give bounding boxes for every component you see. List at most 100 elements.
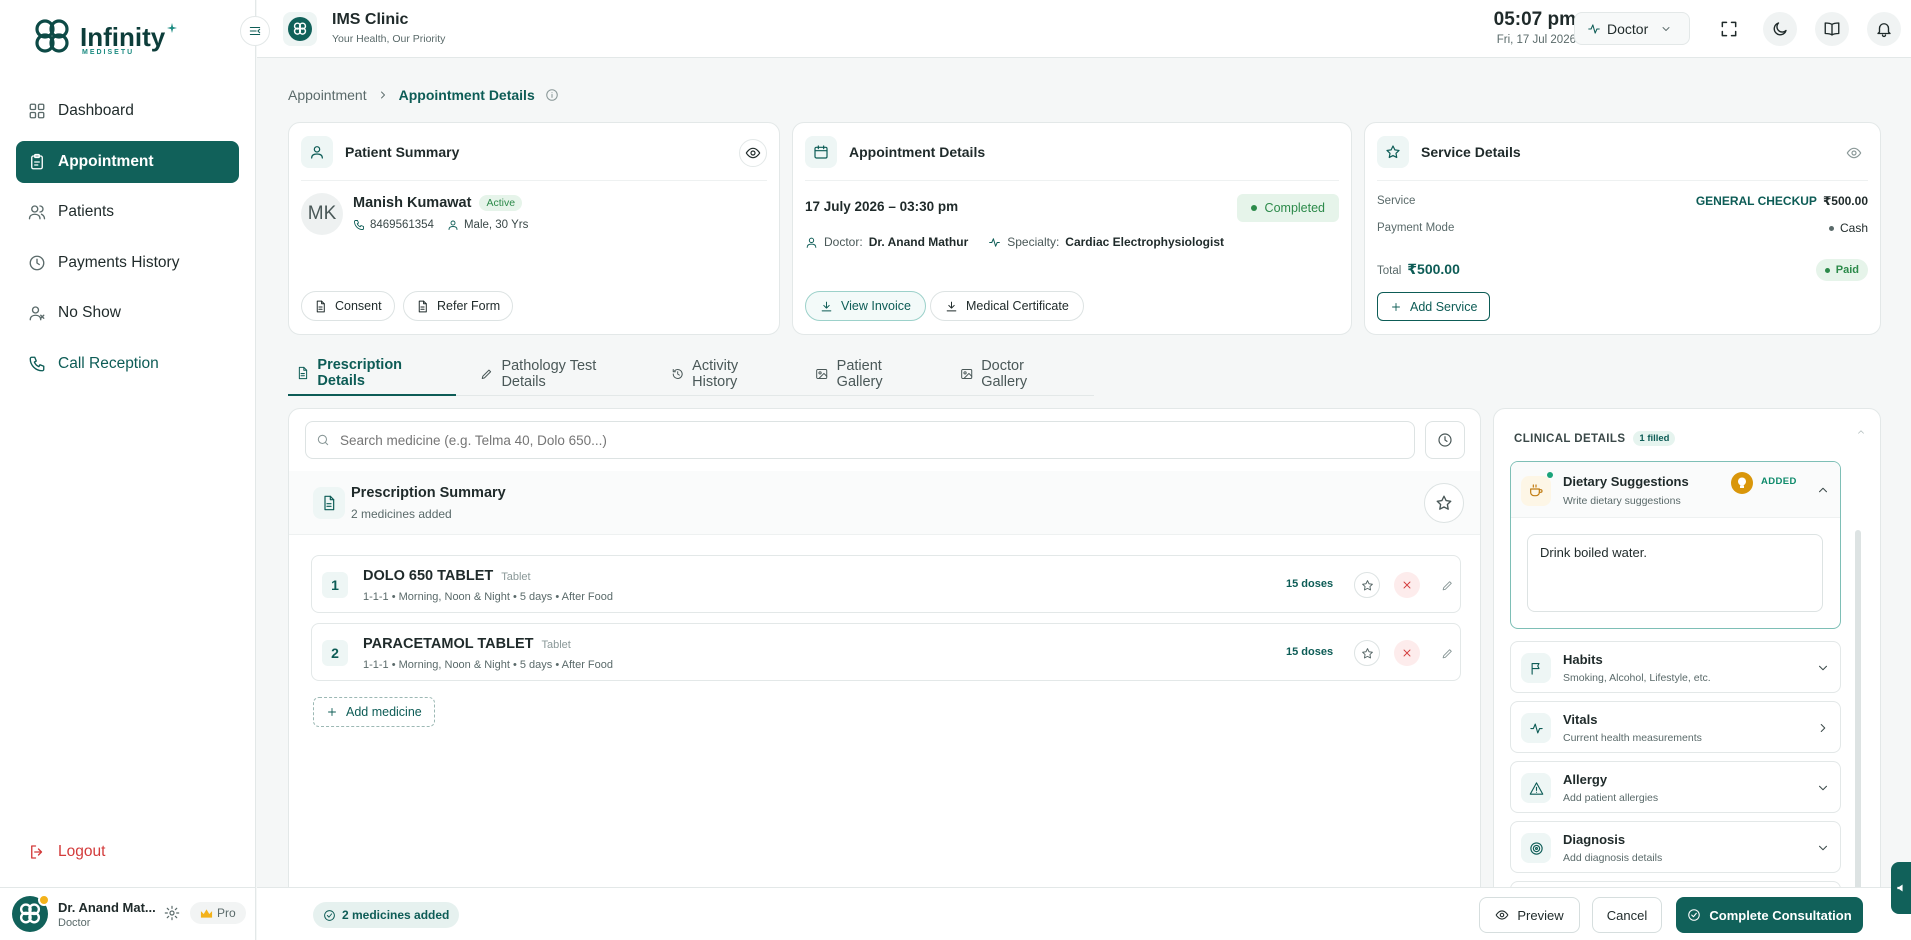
tab-pathology-test-details[interactable]: Pathology Test Details [472, 352, 647, 396]
medicine-history-button[interactable] [1425, 421, 1465, 459]
view-service-button[interactable] [1840, 139, 1868, 167]
appointment-status-label: Completed [1264, 201, 1325, 215]
crown-icon [200, 908, 213, 918]
sidebar-item-payments-history[interactable]: Payments History [16, 242, 239, 284]
side-drawer-handle[interactable] [1891, 862, 1911, 914]
notifications-button[interactable] [1867, 12, 1901, 46]
megaphone-icon [1897, 884, 1903, 892]
edit-medicine-button[interactable] [1434, 640, 1460, 666]
target-icon [1529, 841, 1543, 855]
sidebar-item-dashboard[interactable]: Dashboard [16, 90, 239, 132]
user-card[interactable]: Dr. Anand Mat... Doctor Pro [0, 887, 256, 940]
user-icon [311, 145, 323, 159]
clinical-scrollbar[interactable] [1855, 530, 1861, 890]
dietary-suggestions-textarea[interactable]: Drink boiled water. [1527, 534, 1823, 612]
payment-mode-value: Cash [1839, 221, 1868, 235]
pencil-icon [1442, 580, 1452, 590]
tab-label: Doctor Gallery [981, 358, 1028, 390]
sidebar-item-no-show[interactable]: No Show [16, 292, 239, 334]
sparkle-icon [167, 23, 178, 33]
medicine-search-input[interactable] [340, 432, 1414, 448]
clinical-item-allergy[interactable]: Allergy Add patient allergies [1510, 761, 1841, 813]
file-icon [418, 300, 427, 312]
sidebar-item-appointment[interactable]: Appointment [16, 140, 239, 183]
payment-status-label: Paid [1835, 264, 1859, 276]
complete-consultation-button[interactable]: Complete Consultation [1676, 897, 1863, 933]
added-badge: ADDED [1761, 476, 1797, 487]
clinical-item-subtitle: Add diagnosis details [1563, 852, 1663, 864]
medicine-schedule: 1-1-1 • Morning, Noon & Night • 5 days •… [363, 591, 614, 603]
filled-count-badge: 1 filled [1633, 431, 1676, 446]
refer-form-button[interactable]: Refer Form [403, 291, 514, 321]
tab-prescription-details[interactable]: Prescription Details [288, 352, 457, 396]
medical-certificate-label: Medical Certificate [966, 299, 1069, 313]
plus-icon [1392, 302, 1400, 311]
patient-avatar: MK [301, 193, 343, 235]
tab-doctor-gallery[interactable]: Doctor Gallery [952, 352, 1078, 396]
patient-summary-card: Patient Summary MK Manish Kumawat Active… [288, 122, 780, 335]
activity-icon [1588, 23, 1600, 34]
status-dot [1250, 205, 1257, 211]
clinical-item-diagnosis[interactable]: Diagnosis Add diagnosis details [1510, 821, 1841, 873]
user-x-icon [29, 306, 45, 321]
gear-icon[interactable] [164, 905, 180, 921]
consent-label: Consent [335, 299, 382, 313]
logout-button[interactable]: Logout [28, 843, 105, 861]
appointment-datetime: 17 July 2026 – 03:30 pm [805, 199, 959, 214]
tab-label: Pathology Test Details [501, 358, 597, 390]
medical-certificate-button[interactable]: Medical Certificate [930, 291, 1084, 321]
theme-toggle-button[interactable] [1763, 12, 1797, 46]
guide-button[interactable] [1815, 12, 1849, 46]
grid-icon [29, 103, 45, 119]
add-medicine-button[interactable]: Add medicine [313, 697, 435, 727]
scroll-up-icon[interactable] [1856, 427, 1866, 437]
cancel-button[interactable]: Cancel [1592, 897, 1662, 933]
consent-button[interactable]: Consent [301, 291, 395, 321]
tab-patient-gallery[interactable]: Patient Gallery [807, 352, 936, 396]
remove-medicine-button[interactable] [1394, 640, 1420, 666]
role-select[interactable]: Doctor [1574, 12, 1690, 45]
sidebar-collapse-button[interactable] [240, 16, 270, 46]
appointment-details-card: Appointment Details 17 July 2026 – 03:30… [792, 122, 1352, 335]
medicines-count-badge: 2 medicines added [313, 902, 460, 928]
edit-medicine-button[interactable] [1434, 572, 1460, 598]
favorite-medicine-button[interactable] [1354, 640, 1380, 666]
tab-activity-history[interactable]: Activity History [663, 352, 792, 396]
fullscreen-button[interactable] [1712, 12, 1746, 46]
view-invoice-label: View Invoice [841, 299, 911, 313]
online-dot [38, 894, 50, 906]
favorite-medicine-button[interactable] [1354, 572, 1380, 598]
activity-icon [1529, 723, 1543, 733]
sidebar-item-label: Appointment [58, 152, 154, 170]
chevron-up-icon [1818, 487, 1828, 493]
sidebar-item-call-reception[interactable]: Call Reception [16, 343, 239, 385]
action-footer: 2 medicines added Preview Cancel Complet… [257, 887, 1911, 940]
phone-icon [29, 356, 45, 371]
remove-medicine-button[interactable] [1394, 572, 1420, 598]
star-icon [1361, 579, 1373, 590]
service-name: GENERAL CHECKUP [1695, 194, 1817, 208]
lightbulb-icon[interactable] [1731, 472, 1753, 494]
logo-text: Infinity [80, 22, 166, 52]
add-service-button[interactable]: Add Service [1377, 292, 1491, 321]
card-title: Patient Summary [345, 143, 460, 160]
clinical-details-header: CLINICAL DETAILS 1 filled [1514, 431, 1676, 446]
info-icon[interactable] [545, 88, 559, 102]
dietary-suggestions-header[interactable]: Dietary Suggestions Write dietary sugges… [1511, 462, 1840, 518]
breadcrumb-parent[interactable]: Appointment [288, 87, 367, 103]
close-icon [1403, 581, 1411, 589]
view-patient-button[interactable] [739, 139, 767, 167]
clinic-logo [283, 12, 317, 46]
clinical-item-habits[interactable]: Habits Smoking, Alcohol, Lifestyle, etc. [1510, 641, 1841, 693]
history-icon [672, 369, 683, 379]
clinical-item-vitals[interactable]: Vitals Current health measurements [1510, 701, 1841, 753]
clinical-item-subtitle: Smoking, Alcohol, Lifestyle, etc. [1563, 672, 1711, 684]
save-favorite-button[interactable] [1424, 483, 1464, 523]
clinic-tagline: Your Health, Our Priority [332, 33, 446, 45]
plan-badge: Pro [190, 902, 246, 924]
view-invoice-button[interactable]: View Invoice [805, 291, 926, 321]
preview-button[interactable]: Preview [1479, 897, 1580, 933]
cancel-label: Cancel [1606, 907, 1648, 923]
sidebar-item-patients[interactable]: Patients [16, 191, 239, 233]
activity-icon [989, 237, 1001, 247]
